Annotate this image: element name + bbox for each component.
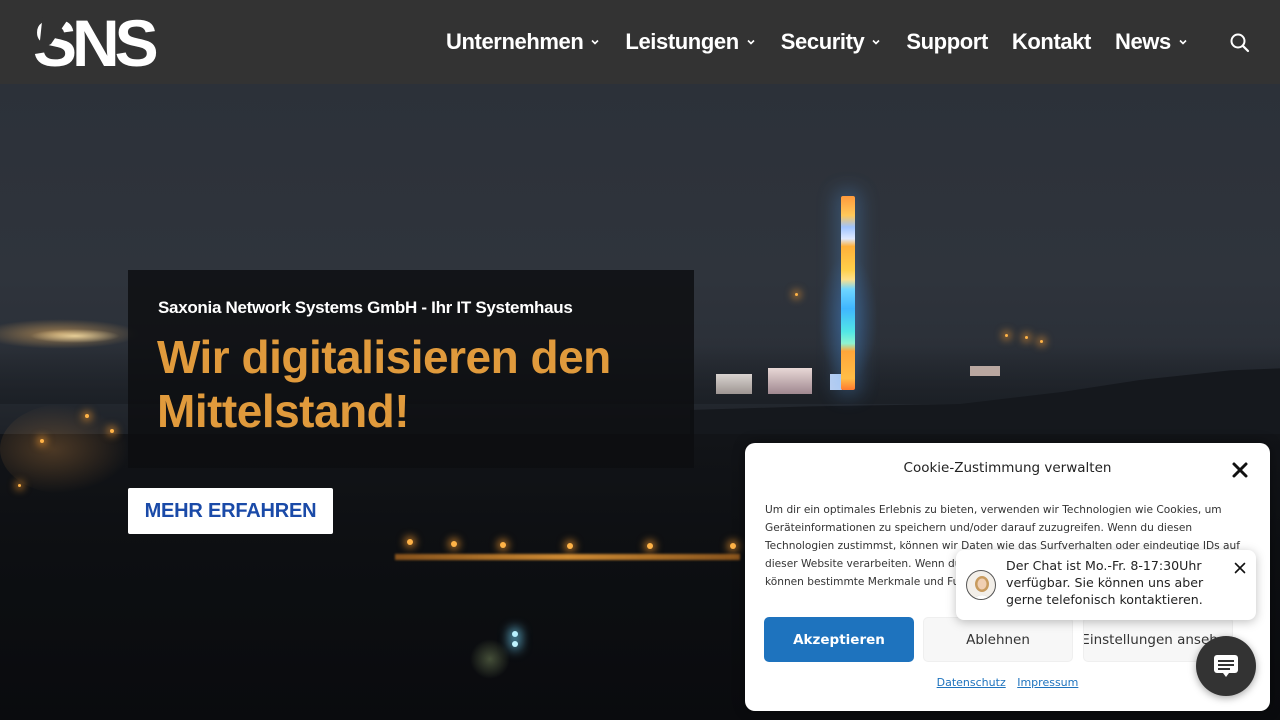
chat-message: Der Chat ist Mo.-Fr. 8-17:30Uhr verfügba… (1006, 558, 1204, 607)
close-icon[interactable] (1234, 562, 1246, 574)
street-lamp (567, 543, 573, 549)
privacy-link[interactable]: Datenschutz (937, 676, 1006, 689)
window-light (85, 414, 89, 418)
nav-label: Kontakt (1011, 29, 1091, 54)
person-icon (973, 576, 991, 599)
close-icon[interactable] (1231, 461, 1249, 479)
blue-lamp (512, 641, 518, 647)
chevron-down-icon (872, 39, 880, 45)
nav-label: Security (780, 29, 865, 54)
distant-light (1025, 336, 1028, 339)
deny-button[interactable]: Ablehnen (923, 617, 1073, 662)
window-light (110, 429, 114, 433)
building (768, 368, 812, 394)
search-icon[interactable] (1229, 32, 1251, 54)
chevron-down-icon (1179, 39, 1187, 45)
building (716, 374, 752, 394)
sns-logo[interactable]: SNS (33, 6, 176, 80)
window-light (40, 439, 44, 443)
agent-avatar (966, 570, 996, 600)
nav-item-unternehmen[interactable]: Unternehmen (446, 29, 601, 55)
imprint-link[interactable]: Impressum (1017, 676, 1078, 689)
cookie-title: Cookie-Zustimmung verwalten (903, 460, 1112, 476)
road-glow (395, 554, 740, 560)
tree-light (470, 639, 510, 679)
nav-label: Leistungen (625, 29, 739, 54)
hero-title: Wir digitalisieren den Mittelstand! (157, 331, 611, 437)
nav-label: Unternehmen (446, 29, 584, 54)
cookie-links: Datenschutz Impressum (745, 676, 1270, 689)
nav-item-leistungen[interactable]: Leistungen (625, 29, 756, 55)
site-header: SNS Unternehmen Leistungen Security Supp… (0, 0, 1280, 84)
blue-lamp (512, 631, 518, 637)
city-lights-left-2 (30, 329, 120, 343)
chat-icon (1214, 655, 1238, 677)
accept-button[interactable]: Akzeptieren (764, 617, 914, 662)
nav-label: News (1114, 29, 1171, 54)
nav-item-news[interactable]: News (1115, 29, 1189, 55)
street-lamp (730, 543, 736, 549)
mehr-erfahren-button[interactable]: MEHR ERFAHREN (128, 488, 333, 534)
distant-light (795, 293, 798, 296)
street-lamp (647, 543, 653, 549)
street-lamp (500, 542, 506, 548)
street-lamp (407, 539, 413, 545)
chat-launcher-button[interactable] (1196, 636, 1256, 696)
distant-light (1040, 340, 1043, 343)
hero-text-box: Saxonia Network Systems GmbH - Ihr IT Sy… (128, 270, 694, 468)
window-light (18, 484, 21, 487)
logo-icon: SNS (33, 6, 162, 80)
building (970, 366, 1000, 376)
hero-subtitle: Saxonia Network Systems GmbH - Ihr IT Sy… (158, 298, 573, 317)
illuminated-chimney (841, 196, 855, 390)
nav-label: Support (906, 29, 988, 54)
chat-notification: Der Chat ist Mo.-Fr. 8-17:30Uhr verfügba… (956, 550, 1256, 620)
chevron-down-icon (591, 39, 599, 45)
nav-item-support[interactable]: Support (906, 29, 988, 55)
chevron-down-icon (747, 39, 755, 45)
town-lights (0, 404, 130, 494)
main-nav: Unternehmen Leistungen Security Support … (446, 0, 1213, 84)
street-lamp (451, 541, 457, 547)
nav-item-kontakt[interactable]: Kontakt (1012, 29, 1091, 55)
distant-light (1005, 334, 1008, 337)
nav-item-security[interactable]: Security (781, 29, 883, 55)
